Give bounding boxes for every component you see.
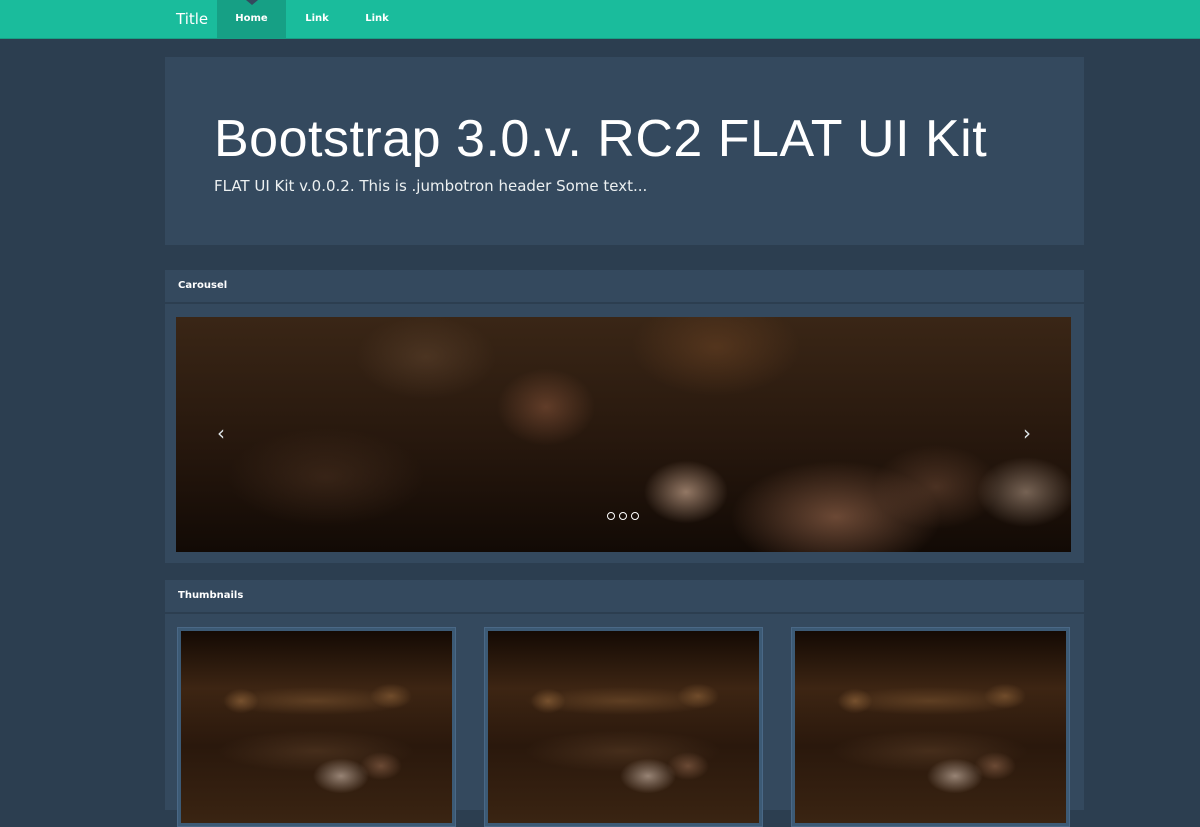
jumbotron: Bootstrap 3.0.v. RC2 FLAT UI Kit FLAT UI… xyxy=(165,57,1084,245)
nav-item-label: Home xyxy=(235,13,268,24)
carousel[interactable]: ‹ › xyxy=(176,317,1071,552)
nav-item-label: Link xyxy=(305,13,329,24)
nav-item-link-1[interactable]: Link xyxy=(297,0,337,38)
chevron-left-icon[interactable]: ‹ xyxy=(206,417,236,449)
nav-item-link-2[interactable]: Link xyxy=(357,0,397,38)
jumbotron-subtitle: FLAT UI Kit v.0.0.2. This is .jumbotron … xyxy=(214,177,648,195)
carousel-indicator-dot[interactable] xyxy=(619,512,627,520)
nav-item-home[interactable]: Home xyxy=(217,0,286,38)
thumbnail-image xyxy=(488,631,759,823)
carousel-panel: Carousel ‹ › xyxy=(165,270,1084,563)
thumbnails-panel: Thumbnails xyxy=(165,580,1084,827)
thumbnails-panel-heading: Thumbnails xyxy=(165,580,1084,614)
navbar: Title Home Link Link xyxy=(0,0,1200,38)
chevron-right-icon[interactable]: › xyxy=(1012,417,1042,449)
jumbotron-title: Bootstrap 3.0.v. RC2 FLAT UI Kit xyxy=(214,110,988,168)
nav-item-label: Link xyxy=(365,13,389,24)
carousel-indicator-dot[interactable] xyxy=(631,512,639,520)
thumbnail-image xyxy=(181,631,452,823)
carousel-indicators xyxy=(605,512,641,522)
carousel-indicator-dot[interactable] xyxy=(607,512,615,520)
active-caret-icon xyxy=(245,0,258,5)
thumbnail[interactable] xyxy=(791,627,1070,827)
thumbnail-image xyxy=(795,631,1066,823)
thumbnail[interactable] xyxy=(177,627,456,827)
carousel-panel-heading: Carousel xyxy=(165,270,1084,304)
thumbnail[interactable] xyxy=(484,627,763,827)
navbar-brand[interactable]: Title xyxy=(176,0,208,38)
